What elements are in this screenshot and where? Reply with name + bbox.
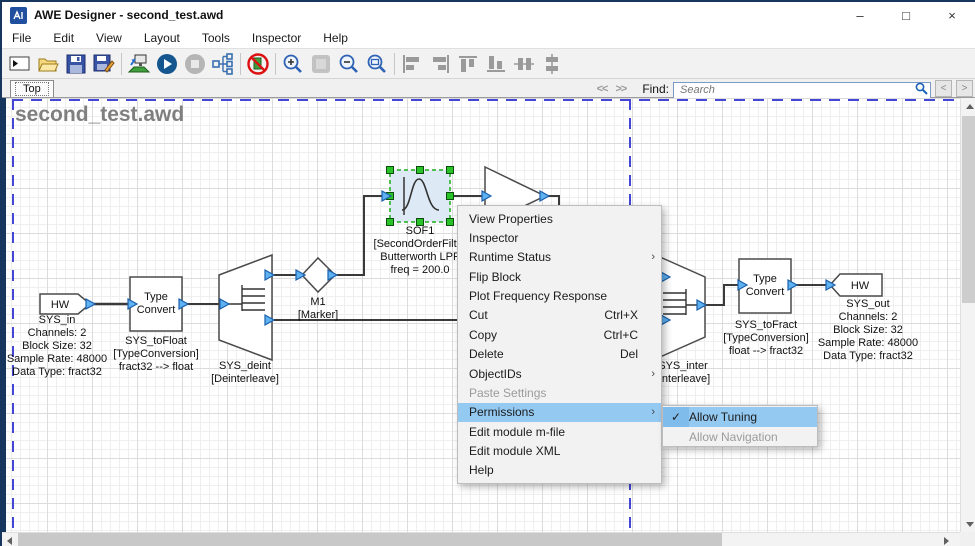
window-left-edge: [2, 98, 6, 532]
zoom-in-icon[interactable]: [279, 51, 307, 77]
wire-inter-tofract: [706, 285, 738, 305]
menu-item-runtime-status[interactable]: Runtime Status›: [458, 248, 661, 267]
menu-help[interactable]: Help: [323, 31, 348, 45]
app-logo-icon: [10, 7, 27, 24]
layout-properties-icon[interactable]: [209, 51, 237, 77]
menubar: File Edit View Layout Tools Inspector He…: [2, 28, 975, 48]
horizontal-scrollbar[interactable]: [2, 532, 960, 546]
toolbar: [2, 48, 975, 79]
connect-target-icon[interactable]: [125, 51, 153, 77]
block-sys-tofract[interactable]: Type Convert: [739, 259, 791, 313]
menu-item-delete[interactable]: DeleteDel: [458, 345, 661, 364]
maximize-button[interactable]: □: [883, 2, 929, 28]
menu-item-copy[interactable]: CopyCtrl+C: [458, 325, 661, 344]
menu-item-edit-module-m-file[interactable]: Edit module m-file: [458, 422, 661, 441]
open-file-icon[interactable]: [34, 51, 62, 77]
align-right-icon: [426, 51, 454, 77]
menu-item-plot-frequency-response[interactable]: Plot Frequency Response: [458, 286, 661, 305]
scroll-up-icon[interactable]: [966, 104, 974, 109]
find-prev-button[interactable]: <: [935, 80, 952, 97]
menu-item-flip-block[interactable]: Flip Block: [458, 267, 661, 286]
svg-text:Type: Type: [144, 291, 168, 303]
svg-text:Type: Type: [753, 273, 777, 285]
align-top-icon: [454, 51, 482, 77]
menu-tools[interactable]: Tools: [202, 31, 230, 45]
stop-layout-icon: [181, 51, 209, 77]
save-file-icon[interactable]: [62, 51, 90, 77]
svg-text:HW: HW: [51, 299, 70, 311]
canvas-area: second_test.awd: [2, 98, 975, 546]
find-next-button[interactable]: >: [956, 80, 973, 97]
menu-item-view-properties[interactable]: View Properties: [458, 209, 661, 228]
app-window: AWE Designer - second_test.awd – □ × Fil…: [0, 0, 975, 546]
design-canvas[interactable]: second_test.awd: [2, 98, 960, 532]
tab-top[interactable]: Top: [10, 80, 54, 97]
menu-item-paste-settings: Paste Settings: [458, 383, 661, 402]
context-menu: View Properties Inspector Runtime Status…: [457, 205, 662, 484]
window-title: AWE Designer - second_test.awd: [34, 8, 223, 22]
run-layout-icon[interactable]: [153, 51, 181, 77]
menu-layout[interactable]: Layout: [144, 31, 180, 45]
block-sof1[interactable]: [387, 167, 454, 226]
find-next-page-button[interactable]: >>: [613, 83, 628, 95]
permissions-submenu: ✓Allow Tuning Allow Navigation: [662, 405, 818, 447]
distribute-horizontal-icon: [510, 51, 538, 77]
svg-text:Convert: Convert: [746, 286, 785, 298]
menu-view[interactable]: View: [96, 31, 122, 45]
menu-file[interactable]: File: [12, 31, 31, 45]
vertical-scrollbar-thumb[interactable]: [962, 116, 975, 303]
submenu-arrow-icon: ›: [646, 368, 655, 380]
menu-edit[interactable]: Edit: [53, 31, 74, 45]
svg-text:HW: HW: [851, 280, 870, 292]
align-bottom-icon: [482, 51, 510, 77]
minimize-button[interactable]: –: [837, 2, 883, 28]
zoom-region-icon[interactable]: [363, 51, 391, 77]
close-button[interactable]: ×: [929, 2, 975, 28]
checkmark-icon: ✓: [663, 407, 689, 427]
horizontal-scrollbar-thumb[interactable]: [18, 533, 722, 546]
block-sys-in[interactable]: HW: [40, 294, 90, 314]
distribute-vertical-icon: [538, 51, 566, 77]
submenu-item-allow-tuning[interactable]: ✓Allow Tuning: [663, 407, 817, 427]
submenu-arrow-icon: ›: [646, 251, 655, 263]
zoom-out-icon[interactable]: [335, 51, 363, 77]
scroll-down-icon[interactable]: [966, 522, 974, 527]
sys-out-caption: SYS_outChannels: 2Block Size: 32Sample R…: [803, 298, 933, 363]
titlebar: AWE Designer - second_test.awd – □ ×: [2, 2, 975, 28]
align-left-icon: [398, 51, 426, 77]
search-input[interactable]: [673, 82, 931, 99]
submenu-item-allow-navigation: Allow Navigation: [663, 427, 817, 447]
menu-item-inspector[interactable]: Inspector: [458, 228, 661, 247]
menu-item-cut[interactable]: CutCtrl+X: [458, 306, 661, 325]
tab-find-row: Top << >> Find: < >: [2, 79, 975, 98]
new-canvas-icon[interactable]: [6, 51, 34, 77]
save-file-as-icon[interactable]: [90, 51, 118, 77]
menu-item-edit-module-xml[interactable]: Edit module XML: [458, 441, 661, 460]
scrollbar-corner: [960, 532, 975, 546]
scroll-right-icon[interactable]: [944, 537, 949, 545]
submenu-arrow-icon: ›: [646, 406, 655, 418]
menu-item-permissions[interactable]: Permissions›: [458, 403, 661, 422]
menu-inspector[interactable]: Inspector: [252, 31, 301, 45]
svg-text:Convert: Convert: [137, 304, 176, 316]
zoom-fit-icon: [307, 51, 335, 77]
tuning-disabled-icon[interactable]: [244, 51, 272, 77]
menu-item-help[interactable]: Help: [458, 461, 661, 480]
search-box: [673, 80, 931, 97]
vertical-scrollbar[interactable]: [960, 98, 975, 532]
menu-item-objectids[interactable]: ObjectIDs›: [458, 364, 661, 383]
find-prev-page-button[interactable]: <<: [595, 83, 610, 95]
block-sys-out[interactable]: HW: [830, 274, 882, 296]
find-label: Find:: [642, 82, 669, 96]
m1-caption: M1[Marker]: [253, 296, 383, 322]
scroll-left-icon[interactable]: [7, 537, 12, 545]
sys-deint-caption: SYS_deint[Deinterleave]: [180, 360, 310, 386]
